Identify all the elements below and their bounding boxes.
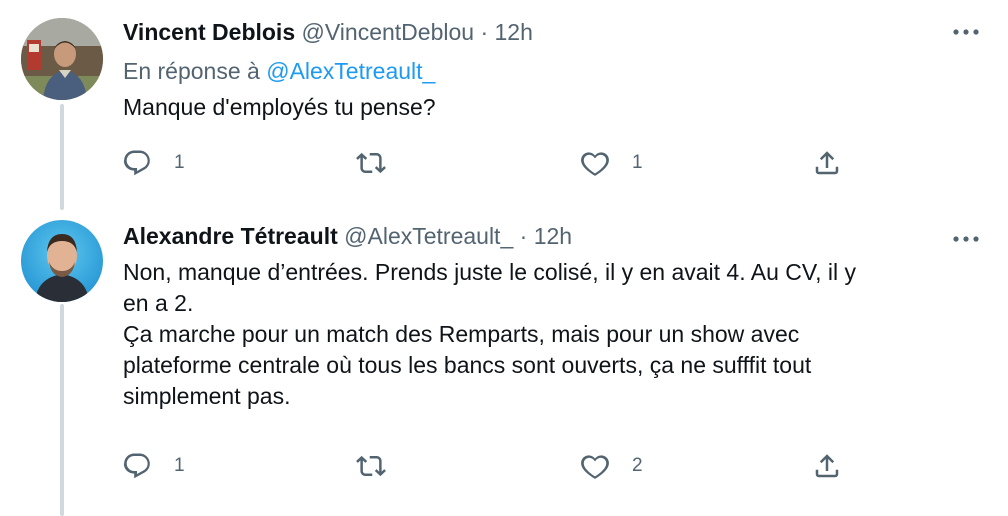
tweet-text-line: simplement pas. bbox=[123, 383, 291, 409]
retweet-icon bbox=[356, 455, 386, 477]
more-icon[interactable] bbox=[952, 26, 980, 38]
avatar[interactable] bbox=[21, 18, 103, 100]
timestamp[interactable]: 12h bbox=[534, 223, 572, 249]
reply-icon bbox=[123, 150, 150, 176]
tweet-text-line: Ça marche pour un match des Remparts, ma… bbox=[123, 321, 800, 347]
like-button[interactable]: 2 bbox=[580, 449, 643, 483]
tweet[interactable]: Vincent Deblois @VincentDeblou · 12h En … bbox=[0, 0, 1008, 210]
like-count: 1 bbox=[632, 152, 643, 173]
reply-prefix: En réponse à bbox=[123, 58, 260, 84]
retweet-button[interactable] bbox=[356, 146, 408, 180]
author-name[interactable]: Alexandre Tétreault bbox=[123, 223, 338, 249]
tweet-text: Manque d'employés tu pense? bbox=[123, 92, 436, 123]
separator: · bbox=[519, 223, 528, 249]
like-count: 2 bbox=[632, 455, 643, 476]
reply-context: En réponse à @AlexTetreault_ bbox=[123, 58, 435, 85]
author-name[interactable]: Vincent Deblois bbox=[123, 19, 295, 45]
like-button[interactable]: 1 bbox=[580, 146, 643, 180]
reply-icon bbox=[123, 453, 150, 479]
timestamp[interactable]: 12h bbox=[495, 19, 533, 45]
author-handle[interactable]: @VincentDeblou bbox=[302, 19, 475, 45]
tweet-header: Vincent Deblois @VincentDeblou · 12h bbox=[123, 19, 533, 46]
heart-icon bbox=[581, 455, 609, 479]
author-handle[interactable]: @AlexTetreault_ bbox=[344, 223, 513, 249]
share-button[interactable] bbox=[812, 449, 842, 483]
tweet-text-line: Manque d'employés tu pense? bbox=[123, 94, 436, 120]
tweet-text-line: Non, manque d’entrées. Prends juste le c… bbox=[123, 259, 856, 285]
reply-count: 1 bbox=[174, 152, 185, 173]
reply-count: 1 bbox=[174, 455, 185, 476]
tweet-header: Alexandre Tétreault @AlexTetreault_ · 12… bbox=[123, 223, 572, 250]
share-button[interactable] bbox=[812, 146, 842, 180]
tweet-text: Non, manque d’entrées. Prends juste le c… bbox=[123, 257, 963, 412]
tweet[interactable]: Alexandre Tétreault @AlexTetreault_ · 12… bbox=[0, 200, 1008, 516]
reply-button[interactable]: 1 bbox=[122, 449, 185, 483]
separator: · bbox=[480, 19, 489, 45]
avatar[interactable] bbox=[21, 220, 103, 302]
reply-button[interactable]: 1 bbox=[122, 146, 185, 180]
heart-icon bbox=[581, 152, 609, 176]
tweet-text-line: plateforme centrale où tous les bancs so… bbox=[123, 352, 812, 378]
thread-line bbox=[60, 304, 64, 516]
reply-mention-link[interactable]: @AlexTetreault_ bbox=[266, 58, 435, 84]
more-icon[interactable] bbox=[952, 233, 980, 245]
share-icon bbox=[815, 454, 839, 478]
retweet-button[interactable] bbox=[356, 449, 408, 483]
retweet-icon bbox=[356, 152, 386, 174]
tweet-text-line: en a 2. bbox=[123, 290, 194, 316]
share-icon bbox=[815, 151, 839, 175]
thread-line bbox=[60, 104, 64, 210]
